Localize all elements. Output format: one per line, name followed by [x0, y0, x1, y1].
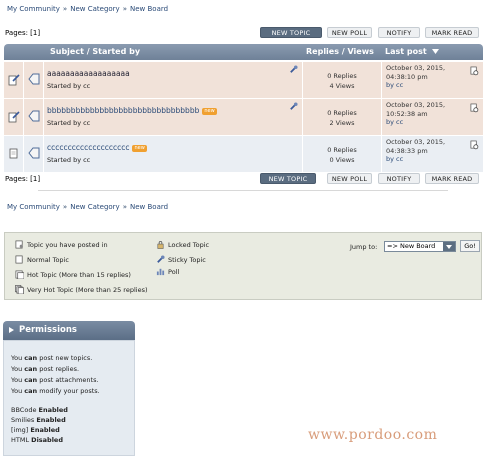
breadcrumb-link-community[interactable]: My Community — [7, 203, 60, 211]
topic-starter: Started by cc — [47, 82, 91, 90]
jump-to-select[interactable]: => New Board — [384, 241, 456, 252]
feature-line: HTML Disabled — [11, 436, 63, 444]
breadcrumb-bottom: My Community» New Category» New Board — [7, 203, 169, 211]
sticky-topic-icon — [8, 74, 20, 86]
replies-count: 0 Replies — [327, 109, 357, 117]
legend-item: Normal Topic — [15, 255, 69, 264]
replies-header[interactable]: Replies / Views — [306, 47, 374, 56]
lock-icon — [157, 241, 164, 249]
topic-starter: Started by cc — [47, 119, 91, 127]
views-count: 4 Views — [329, 82, 355, 90]
watermark: www.pordoo.com — [308, 427, 438, 443]
legend-item: Locked Topic — [157, 241, 209, 249]
tag-icon — [28, 110, 40, 122]
smilies-help-link[interactable]: Smilies — [11, 416, 34, 424]
topic-title-link[interactable]: cccccccccccccccccccc — [47, 143, 129, 152]
permissions-header[interactable]: Permissions — [3, 321, 135, 340]
subject-header[interactable]: Subject / Started by — [50, 47, 140, 56]
new-poll-button-bottom[interactable]: NEW POLL — [327, 173, 372, 184]
legend-item: Sticky Topic — [157, 255, 206, 264]
breadcrumb-link-category[interactable]: New Category — [70, 203, 119, 211]
views-count: 0 Views — [329, 156, 355, 164]
bbcode-help-link[interactable]: BBCode — [11, 406, 36, 414]
topic-starter: Started by cc — [47, 156, 91, 164]
new-poll-button[interactable]: NEW POLL — [327, 27, 372, 38]
feature-line: BBCode Enabled — [11, 406, 68, 414]
replies-count: 0 Replies — [327, 72, 357, 80]
table-row: aaaaaaaaaaaaaaaaaa Started by cc 0 Repli… — [4, 62, 483, 98]
table-row: bbbbbbbbbbbbbbbbbbbbbbbbbbbbbbbb new Star… — [4, 99, 483, 135]
breadcrumb-link-community[interactable]: My Community — [7, 5, 60, 13]
legend-item: Topic you have posted in — [15, 240, 108, 249]
mark-read-button[interactable]: MARK READ — [425, 27, 479, 38]
permission-line: You can post attachments. — [11, 376, 99, 384]
new-topic-button[interactable]: NEW TOPIC — [260, 27, 322, 38]
feature-line: Smilies Enabled — [11, 416, 66, 424]
breadcrumb-link-board[interactable]: New Board — [130, 203, 168, 211]
replies-count: 0 Replies — [327, 146, 357, 154]
pin-icon — [157, 255, 165, 263]
new-badge[interactable]: new — [202, 108, 217, 115]
permission-line: You can post replies. — [11, 365, 80, 373]
permission-line: You can modify your posts. — [11, 387, 100, 395]
posted-topic-icon — [15, 240, 23, 249]
topic-title-link[interactable]: bbbbbbbbbbbbbbbbbbbbbbbbbbbbbbbb — [47, 106, 199, 115]
notify-button-bottom[interactable]: NOTIFY — [378, 173, 420, 184]
topic-title-link[interactable]: aaaaaaaaaaaaaaaaaa — [47, 69, 130, 78]
sort-desc-icon[interactable] — [432, 49, 439, 55]
jump-to-label: Jump to: — [350, 243, 378, 251]
last-post-icon[interactable] — [470, 66, 479, 76]
table-header: Subject / Started by Replies / Views Las… — [4, 44, 483, 60]
legend-item: Poll — [156, 268, 179, 276]
legend-item: Very Hot Topic (More than 25 replies) — [15, 285, 148, 294]
pagination-bottom: Pages: [1] — [5, 175, 41, 183]
sticky-topic-icon — [8, 111, 20, 123]
breadcrumb-top: My Community» New Category» New Board — [7, 5, 169, 13]
normal-topic-icon — [9, 148, 18, 159]
permissions-panel: You can post new topics. You can post re… — [3, 340, 135, 456]
new-badge[interactable]: new — [132, 145, 147, 152]
new-topic-button-bottom[interactable]: NEW TOPIC — [260, 173, 316, 184]
divider — [38, 190, 448, 191]
topic-legend: Topic you have posted in Normal Topic Ho… — [4, 232, 482, 300]
last-post-icon[interactable] — [470, 140, 479, 150]
hot-topic-icon — [15, 270, 24, 279]
tag-icon — [28, 73, 40, 85]
last-post-icon[interactable] — [470, 103, 479, 113]
last-post-info: October 03, 2015, 04:38:33 pm by cc — [386, 138, 446, 163]
very-hot-topic-icon — [15, 285, 24, 294]
table-row: cccccccccccccccccccc new Started by cc 0 … — [4, 136, 483, 172]
tag-icon — [28, 147, 40, 159]
last-post-header[interactable]: Last post — [385, 47, 427, 56]
notify-button[interactable]: NOTIFY — [378, 27, 420, 38]
collapse-triangle-icon[interactable] — [9, 327, 14, 333]
last-post-info: October 03, 2015, 04:38:10 pm by cc — [386, 64, 446, 89]
legend-item: Hot Topic (More than 15 replies) — [15, 270, 131, 279]
normal-topic-icon — [15, 255, 23, 264]
pin-icon — [290, 102, 298, 110]
poll-icon — [156, 268, 165, 276]
chevron-down-icon[interactable] — [443, 242, 455, 251]
go-button[interactable]: Go! — [460, 240, 480, 252]
pin-icon — [290, 65, 298, 73]
breadcrumb-link-board[interactable]: New Board — [130, 5, 168, 13]
pagination-top: Pages: [1] — [5, 29, 41, 37]
views-count: 2 Views — [329, 119, 355, 127]
feature-line: [img] Enabled — [11, 426, 60, 434]
breadcrumb-link-category[interactable]: New Category — [70, 5, 119, 13]
mark-read-button-bottom[interactable]: MARK READ — [425, 173, 479, 184]
last-post-info: October 03, 2015, 10:52:38 am by cc — [386, 101, 446, 126]
permission-line: You can post new topics. — [11, 354, 93, 362]
